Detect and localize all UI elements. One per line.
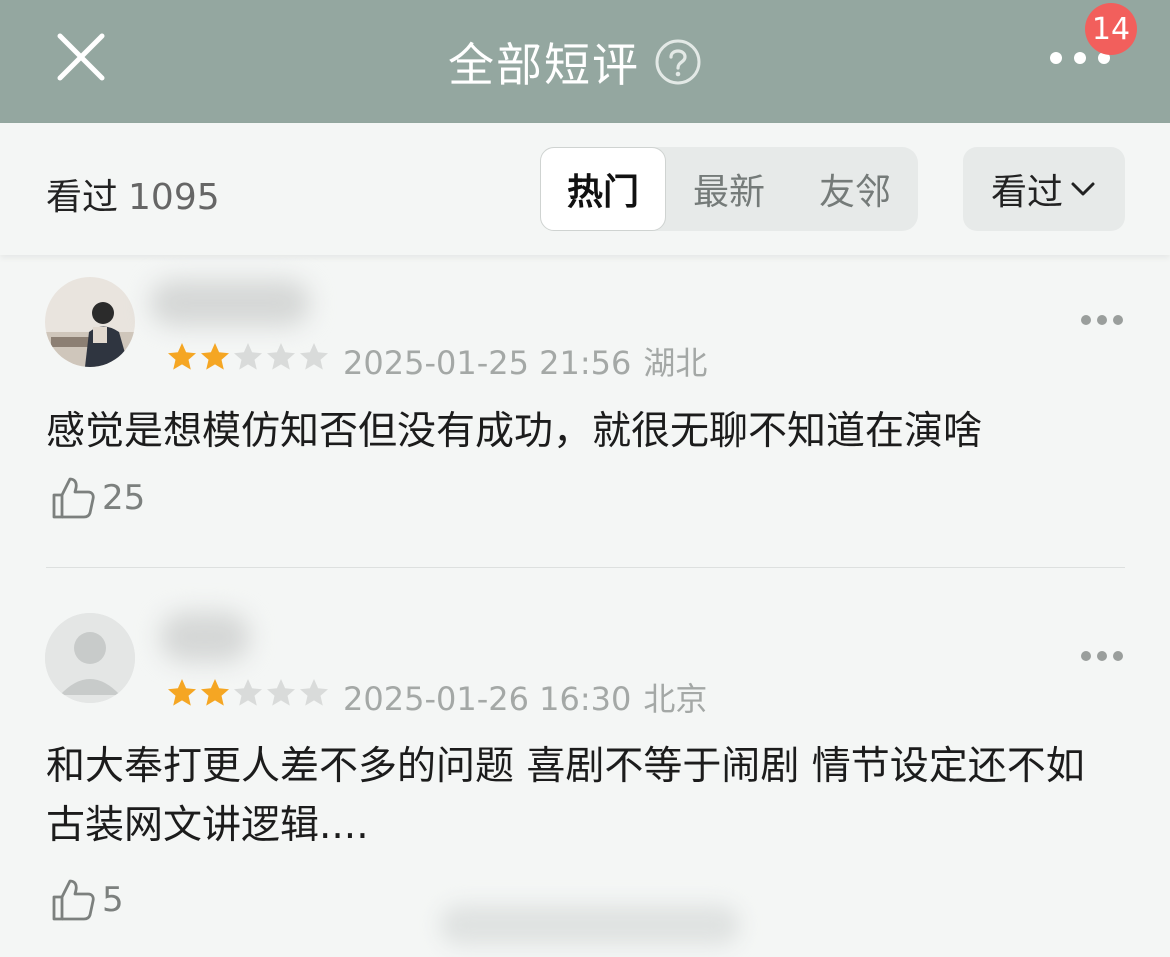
avatar[interactable]: [45, 613, 135, 703]
star-empty-icon: [234, 679, 262, 706]
review-more-button[interactable]: [1079, 313, 1125, 327]
review-text: 和大奉打更人差不多的问题 喜剧不等于闹剧 情节设定还不如古装网文讲逻辑....: [46, 744, 1085, 848]
rating-stars: [166, 677, 331, 709]
review-text: 感觉是想模仿知否但没有成功，就很无聊不知道在演啥: [46, 409, 983, 454]
star-empty-icon: [300, 679, 328, 706]
tab-friends[interactable]: 友邻: [792, 147, 918, 231]
review-date: 2025-01-26 16:30: [343, 680, 632, 718]
review-meta: 2025-01-25 21:56 湖北: [343, 338, 707, 384]
avatar[interactable]: [45, 277, 135, 367]
more-horizontal-icon: [1081, 651, 1123, 661]
username-blurred: [160, 612, 250, 662]
tab-hot[interactable]: 热门: [540, 147, 666, 231]
page-title: 全部短评: [448, 37, 640, 92]
star-filled-icon: [201, 679, 229, 706]
thumbs-up-icon: [52, 477, 95, 519]
top-bar: 全部短评 14: [0, 0, 1170, 123]
review-date: 2025-01-25 21:56: [343, 344, 632, 382]
star-filled-icon: [168, 679, 196, 706]
review-meta: 2025-01-26 16:30 北京: [343, 674, 707, 720]
default-avatar-icon: [45, 613, 135, 703]
like-button[interactable]: 25: [50, 475, 145, 521]
status-dropdown[interactable]: 看过: [963, 147, 1125, 231]
close-button[interactable]: [52, 28, 110, 86]
username-blurred: [150, 280, 310, 326]
like-button[interactable]: 5: [50, 877, 124, 923]
question-circle-icon: [655, 39, 701, 84]
star-empty-icon: [300, 343, 328, 370]
star-empty-icon: [267, 679, 295, 706]
review-location: 湖北: [643, 344, 708, 382]
star-filled-icon: [168, 343, 196, 370]
like-count: 25: [102, 478, 146, 518]
review-more-button[interactable]: [1079, 649, 1125, 663]
dropdown-label: 看过: [990, 172, 1063, 213]
rating-stars: [166, 341, 331, 373]
star-filled-icon: [201, 343, 229, 370]
chevron-down-icon: [1071, 182, 1095, 196]
watermark-blurred: [440, 905, 740, 945]
review-location: 北京: [643, 680, 708, 718]
tab-latest[interactable]: 最新: [666, 147, 792, 231]
help-button[interactable]: [654, 38, 702, 86]
close-icon: [57, 33, 105, 81]
star-empty-icon: [234, 343, 262, 370]
more-horizontal-icon: [1081, 315, 1123, 325]
watched-label: 看过: [46, 177, 119, 218]
user-photo-avatar: [45, 277, 135, 367]
star-empty-icon: [267, 343, 295, 370]
sort-segmented-control: 热门 最新 友邻: [540, 147, 918, 231]
watched-count: 看过 1095: [46, 168, 220, 220]
like-count: 5: [102, 880, 124, 920]
notification-badge: 14: [1085, 3, 1137, 55]
review-divider: [46, 567, 1125, 568]
watched-number: 1095: [128, 177, 220, 218]
thumbs-up-icon: [52, 879, 95, 921]
